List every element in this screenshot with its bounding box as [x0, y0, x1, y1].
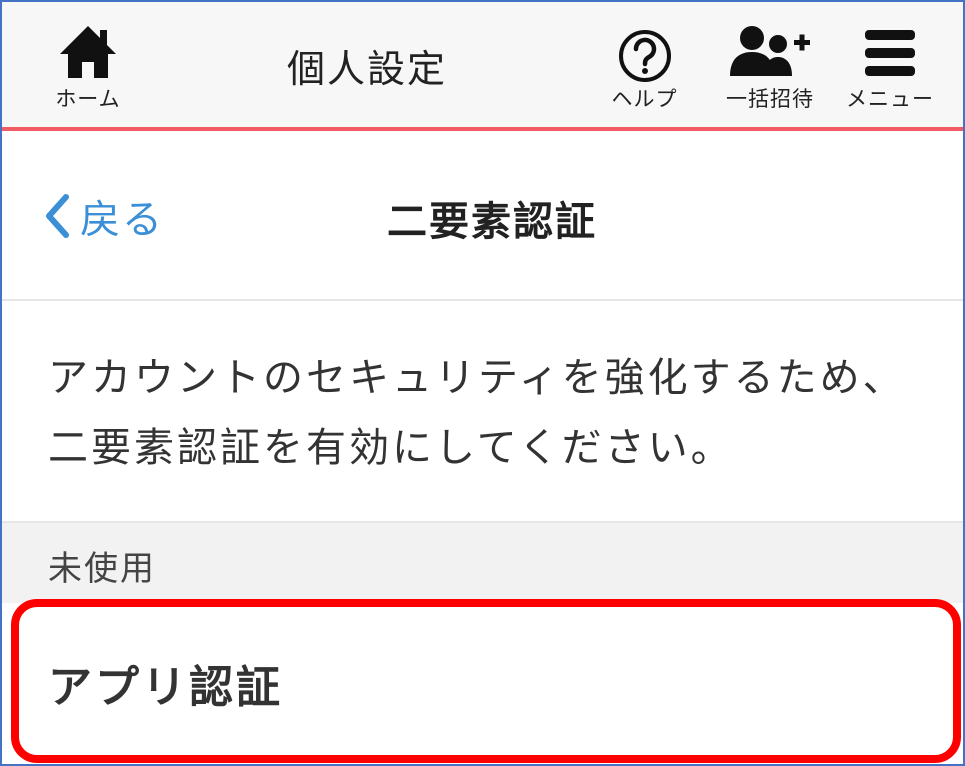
menu-button[interactable]: メニュー — [840, 2, 940, 127]
home-label: ホーム — [55, 87, 121, 111]
app-frame: ホーム 個人設定 ヘルプ 一括招待 メニュー 戻る 二要素認証 アカウントのセキ… — [0, 0, 965, 766]
nav-bar: 戻る 二要素認証 — [2, 131, 963, 301]
description-panel: アカウントのセキュリティを強化するため、二要素認証を有効にしてください。 — [2, 301, 963, 523]
section-header: 未使用 — [2, 523, 963, 603]
home-icon — [60, 26, 116, 78]
description-text: アカウントのセキュリティを強化するため、二要素認証を有効にしてください。 — [48, 355, 906, 471]
bulk-invite-label: 一括招待 — [726, 87, 814, 111]
back-label: 戻る — [80, 197, 164, 243]
help-button[interactable]: ヘルプ — [602, 2, 687, 127]
page-title: 個人設定 — [286, 47, 447, 91]
section-label: 未使用 — [48, 549, 156, 589]
home-button[interactable]: ホーム — [42, 2, 134, 127]
menu-label: メニュー — [846, 87, 934, 111]
top-bar: ホーム 個人設定 ヘルプ 一括招待 メニュー — [2, 2, 963, 127]
hamburger-menu-icon — [865, 30, 915, 76]
users-add-icon — [730, 26, 810, 76]
bulk-invite-button[interactable]: 一括招待 — [714, 2, 826, 127]
chevron-left-icon — [46, 194, 69, 238]
highlight-box — [11, 599, 961, 763]
help-label: ヘルプ — [611, 87, 678, 111]
back-button[interactable]: 戻る — [44, 187, 164, 245]
help-circle-icon — [618, 30, 671, 82]
screen-title: 二要素認証 — [387, 199, 597, 245]
